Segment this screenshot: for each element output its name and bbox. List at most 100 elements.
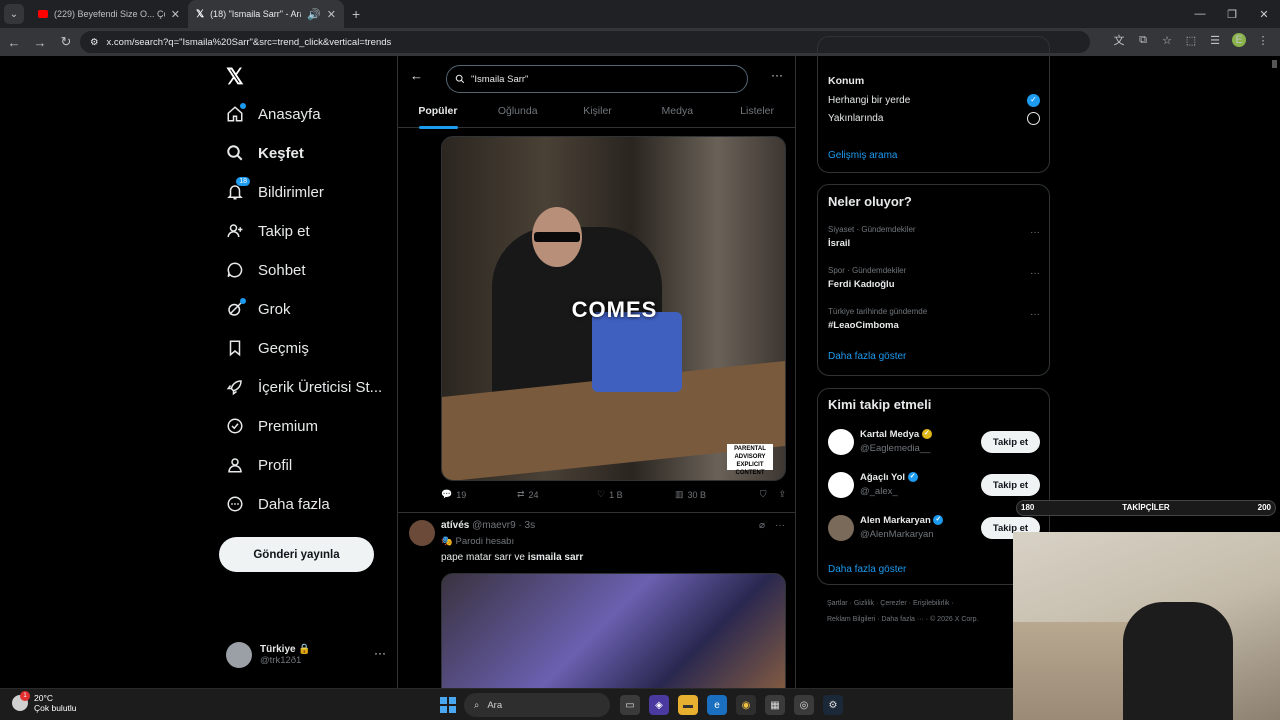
retweet-button[interactable]: ⇄ 24 — [517, 489, 597, 500]
follow-suggestion[interactable]: Ağaçlı Yol ✓ @_alex_ Takip et — [828, 472, 1040, 502]
user-name: Alen Markaryan ✓ — [860, 515, 944, 526]
close-icon[interactable]: ✕ — [171, 8, 180, 21]
avatar[interactable] — [828, 515, 854, 541]
trend-meta: Siyaset · Gündemdekiler — [828, 225, 916, 234]
tab-latest[interactable]: Oğlunda — [478, 100, 558, 128]
follow-button[interactable]: Takip et — [981, 474, 1040, 496]
more-icon[interactable]: ··· — [771, 68, 783, 82]
file-explorer-icon[interactable]: ▬ — [678, 695, 698, 715]
forward-button[interactable]: → — [28, 35, 52, 50]
follow-suggestion[interactable]: Alen Markaryan ✓ @AlenMarkaryan Takip et — [828, 515, 1040, 545]
views-button[interactable]: ▥ 30 B — [675, 489, 750, 500]
copilot-icon[interactable]: ◈ — [649, 695, 669, 715]
back-button[interactable]: ← — [2, 35, 26, 50]
advanced-search-link[interactable]: Gelişmiş arama — [828, 150, 897, 161]
post-button[interactable]: Gönderi yayınla — [219, 537, 374, 572]
more-icon[interactable]: ··· — [1030, 227, 1040, 238]
reload-button[interactable]: ↻ — [54, 34, 78, 50]
tab-people[interactable]: Kişiler — [558, 100, 638, 128]
translate-icon[interactable]: 文 — [1112, 32, 1126, 48]
grok-icon[interactable]: ⌀ — [759, 520, 765, 531]
steam-icon[interactable]: ⚙ — [823, 695, 843, 715]
windows-start-icon[interactable] — [440, 697, 456, 713]
follow-suggestion[interactable]: Kartal Medya ✓ @Eaglemedia__ Takip et — [828, 429, 1040, 459]
radio-icon[interactable] — [1027, 112, 1040, 125]
cloud-icon: 1 — [12, 691, 30, 711]
nav-profile[interactable]: Profil — [226, 456, 292, 474]
video-overlay-text: COMES — [571, 297, 658, 322]
nav-notifications[interactable]: 18 Bildirimler — [226, 177, 324, 201]
profile-avatar[interactable]: E — [1232, 33, 1246, 47]
nav-home[interactable]: Anasayfa — [226, 103, 321, 123]
close-icon[interactable]: ✕ — [327, 8, 336, 21]
nav-chat[interactable]: Sohbet — [226, 261, 306, 279]
edge-icon[interactable]: e — [707, 695, 727, 715]
video-glasses — [534, 232, 580, 242]
browser-tab-x[interactable]: 𝕏 (18) "Ismaila Sarr" - Arama / X 🔊 ✕ — [188, 0, 344, 28]
install-icon[interactable]: ⧉ — [1136, 34, 1150, 47]
share-icon[interactable]: ⇪ — [778, 489, 786, 500]
tab-media[interactable]: Medya — [637, 100, 717, 128]
reply-icon: 💬 — [441, 489, 453, 499]
show-more-link[interactable]: Daha fazla göster — [828, 564, 906, 575]
like-button[interactable]: ♡ 1 B — [597, 489, 675, 500]
avatar[interactable] — [828, 472, 854, 498]
more-icon[interactable]: ··· — [1030, 268, 1040, 279]
tweet-video[interactable]: COMES PARENTAL ADVISORY EXPLICIT CONTENT — [441, 136, 786, 481]
x-logo-icon[interactable]: 𝕏 — [226, 64, 244, 90]
bookmark-icon[interactable]: ⛉ — [760, 489, 767, 500]
weather-temp: 20°C — [34, 693, 53, 703]
taskbar-search[interactable]: ⌕ Ara — [464, 693, 610, 717]
back-arrow-icon[interactable]: ← — [410, 68, 423, 83]
follow-button[interactable]: Takip et — [981, 431, 1040, 453]
nav-grok[interactable]: Grok — [226, 298, 291, 318]
weather-widget[interactable]: 1 20°C Çok bulutlu — [12, 691, 77, 713]
search-input[interactable]: "Ismaila Sarr" — [446, 65, 748, 93]
discord-icon[interactable]: ◎ — [794, 695, 814, 715]
close-window-button[interactable]: ✕ — [1248, 0, 1280, 28]
tweet-video[interactable] — [441, 573, 786, 688]
store-icon[interactable]: ▦ — [765, 695, 785, 715]
filter-anywhere[interactable]: Herhangi bir yerde ✓ — [828, 94, 1040, 107]
minimize-button[interactable]: — — [1184, 0, 1216, 28]
nav-more[interactable]: Daha fazla — [226, 495, 330, 513]
star-icon[interactable]: ☆ — [1160, 34, 1174, 47]
radio-selected-icon[interactable]: ✓ — [1027, 94, 1040, 107]
nav-explore[interactable]: Keşfet — [226, 144, 304, 162]
media-icon[interactable]: ☰ — [1208, 34, 1222, 47]
menu-icon[interactable]: ⋮ — [1256, 34, 1270, 47]
search-icon — [455, 74, 465, 84]
account-switcher[interactable]: Türkiye 🔒 @trk12ð1 ··· — [226, 642, 386, 668]
tab-lists[interactable]: Listeler — [717, 100, 795, 128]
tab-search-button[interactable]: ⌄ — [4, 4, 24, 24]
avatar[interactable] — [828, 429, 854, 455]
trend-item[interactable]: Spor · Gündemdekiler Ferdi Kadıoğlu ··· — [828, 266, 1040, 290]
author-name[interactable]: atívés — [441, 520, 469, 531]
site-info-icon[interactable]: ⚙ — [90, 37, 99, 48]
more-icon[interactable]: ··· — [775, 520, 785, 531]
avatar[interactable] — [409, 520, 435, 546]
nav-follow[interactable]: Takip et — [226, 222, 310, 240]
nav-creator-studio[interactable]: İçerik Üreticisi St... — [226, 378, 382, 396]
nav-bookmarks[interactable]: Geçmiş — [226, 339, 309, 357]
extensions-icon[interactable]: ⬚ — [1184, 34, 1198, 47]
nav-premium[interactable]: Premium — [226, 417, 318, 435]
reply-button[interactable]: 💬 19 — [441, 489, 517, 500]
speaker-icon[interactable]: 🔊 — [307, 8, 321, 21]
restore-button[interactable]: ❐ — [1216, 0, 1248, 28]
trend-item[interactable]: Siyaset · Gündemdekiler İsrail ··· — [828, 225, 1040, 249]
browser-tab-youtube[interactable]: (229) Beyefendi Size O... Çocuğu ✕ — [30, 0, 188, 28]
tweet-author: atívés @maevr9 · 3s — [441, 520, 535, 531]
url-text: x.com/search?q="Ismaila%20Sarr"&src=tren… — [106, 36, 392, 48]
search-header: ← "Ismaila Sarr" ··· Popüler Oğlunda Kiş… — [398, 56, 795, 129]
more-icon[interactable]: ··· — [374, 646, 386, 660]
more-icon[interactable]: ··· — [1030, 309, 1040, 320]
task-view-icon[interactable]: ▭ — [620, 695, 640, 715]
show-more-link[interactable]: Daha fazla göster — [828, 351, 906, 362]
filter-nearby[interactable]: Yakınlarında — [828, 112, 1040, 125]
tab-popular[interactable]: Popüler — [398, 100, 478, 129]
trend-item[interactable]: Türkiye tarihinde gündemde #LeaoCimboma … — [828, 307, 1040, 331]
chrome-icon[interactable]: ◉ — [736, 695, 756, 715]
new-tab-button[interactable]: + — [352, 6, 360, 22]
nav-label: Daha fazla — [258, 495, 330, 513]
